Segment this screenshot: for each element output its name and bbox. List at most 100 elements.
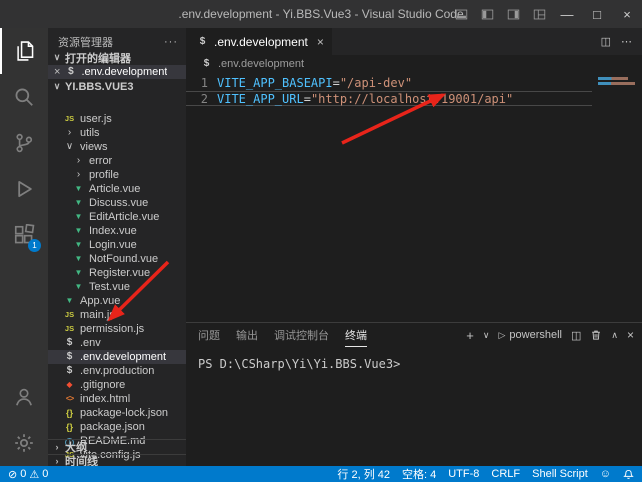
more-actions-icon[interactable]: ⋯ — [621, 35, 632, 48]
accounts-icon[interactable] — [0, 374, 48, 420]
split-terminal-icon[interactable]: ◫ — [571, 329, 581, 342]
operator-token: = — [304, 92, 311, 105]
code-line-1[interactable]: 1 VITE_APP_BASEAPI = "/api-dev" — [186, 76, 592, 91]
open-editor-item[interactable]: × $ .env.development — [48, 65, 186, 79]
vue-icon: ▼ — [72, 282, 85, 292]
tree-item-label: profile — [89, 169, 119, 181]
project-section-header[interactable]: ∨ YI.BBS.VUE3 — [48, 79, 186, 94]
tree-item[interactable]: › profile — [48, 168, 186, 182]
shell-icon: $ — [63, 338, 76, 348]
tree-item-label: Login.vue — [89, 239, 137, 251]
tree-item[interactable]: ▼ EditArticle.vue — [48, 210, 186, 224]
tree-item[interactable]: ▼ Test.vue — [48, 280, 186, 294]
close-panel-icon[interactable]: × — [627, 328, 634, 342]
editor-tab-bar: $ .env.development × ◫ ⋯ — [186, 28, 642, 55]
minimize-button[interactable]: — — [552, 0, 582, 28]
maximize-panel-icon[interactable]: ∧ — [611, 330, 618, 341]
source-control-icon[interactable] — [0, 120, 48, 166]
breadcrumb-filename: .env.development — [218, 58, 304, 70]
shell-picker[interactable]: ▷ powershell — [498, 329, 562, 341]
tree-item[interactable]: › error — [48, 154, 186, 168]
feedback-smiley-icon[interactable]: ☺ — [600, 468, 611, 480]
panel-tab[interactable]: 调试控制台 — [274, 323, 329, 347]
toggle-secondary-sidebar-icon[interactable] — [500, 0, 526, 28]
encoding[interactable]: UTF-8 — [448, 468, 479, 480]
maximize-button[interactable]: □ — [582, 0, 612, 28]
tree-item[interactable]: <> index.html — [48, 392, 186, 406]
tree-item-label: package.json — [80, 421, 145, 433]
tree-item[interactable]: JS main.js — [48, 308, 186, 322]
tree-item[interactable]: $ .env — [48, 336, 186, 350]
toggle-sidebar-icon[interactable] — [474, 0, 500, 28]
tree-item[interactable]: ▼ App.vue — [48, 294, 186, 308]
close-icon[interactable]: × — [54, 66, 60, 78]
panel-tab[interactable]: 输出 — [236, 323, 258, 347]
run-debug-icon[interactable] — [0, 166, 48, 212]
shell-icon: $ — [63, 366, 76, 376]
tab-label: .env.development — [214, 35, 308, 49]
shell-file-icon: $ — [200, 59, 213, 69]
vue-icon: ▼ — [72, 212, 85, 222]
panel-tab[interactable]: 问题 — [198, 323, 220, 347]
tree-item-label: Discuss.vue — [89, 197, 148, 209]
tree-item[interactable]: {} package.json — [48, 420, 186, 434]
code-editor[interactable]: 1 VITE_APP_BASEAPI = "/api-dev" 2 VITE_A… — [186, 72, 642, 322]
tree-item[interactable]: ▼ Register.vue — [48, 266, 186, 280]
bottom-panel: 问题 输出 调试控制台 终端 + ∨ ▷ powershell ◫ — [186, 322, 642, 466]
timeline-section-header[interactable]: › 时间线 — [48, 454, 186, 466]
tree-item[interactable]: JS user.js — [48, 112, 186, 126]
terminal[interactable]: PS D:\CSharp\Yi\Yi.BBS.Vue3> — [186, 347, 642, 466]
kill-terminal-icon[interactable] — [590, 329, 602, 341]
vue-icon: ▼ — [72, 184, 85, 194]
tab-close-icon[interactable]: × — [313, 35, 324, 49]
terminal-prompt: PS D:\CSharp\Yi\Yi.BBS.Vue3> — [198, 357, 400, 371]
tree-item[interactable]: ▼ Index.vue — [48, 224, 186, 238]
cursor-position[interactable]: 行 2, 列 42 — [337, 466, 390, 482]
tree-item[interactable]: $ .env.production — [48, 364, 186, 378]
tree-item[interactable]: JS permission.js — [48, 322, 186, 336]
open-editors-section-header[interactable]: ∨ 打开的编辑器 — [48, 50, 186, 65]
tree-item-label: index.html — [80, 393, 130, 405]
folder-closed-icon: › — [63, 128, 76, 138]
title-bar: .env.development - Yi.BBS.Vue3 - Visual … — [0, 0, 642, 28]
new-terminal-icon[interactable]: + — [466, 328, 474, 343]
tree-item[interactable]: ∨ views — [48, 140, 186, 154]
tree-item-label: EditArticle.vue — [89, 211, 159, 223]
activity-bar: 1 — [0, 28, 48, 466]
close-button[interactable]: × — [612, 0, 642, 28]
tree-item[interactable]: ▼ Discuss.vue — [48, 196, 186, 210]
eol-sequence[interactable]: CRLF — [491, 468, 520, 480]
minimap[interactable] — [598, 77, 636, 87]
tab-env-development[interactable]: $ .env.development × — [186, 28, 332, 55]
vue-icon: ▼ — [72, 226, 85, 236]
customize-layout-icon[interactable] — [526, 0, 552, 28]
settings-gear-icon[interactable] — [0, 420, 48, 466]
indentation[interactable]: 空格: 4 — [402, 466, 436, 482]
language-mode[interactable]: Shell Script — [532, 468, 588, 480]
tree-item[interactable]: {} package-lock.json — [48, 406, 186, 420]
tree-item[interactable]: ▼ NotFound.vue — [48, 252, 186, 266]
error-icon: ⊘ — [8, 468, 17, 481]
extensions-icon[interactable]: 1 — [0, 212, 48, 258]
panel-tab[interactable]: 终端 — [345, 323, 367, 347]
tree-item-label: views — [80, 141, 108, 153]
tree-item[interactable]: ◆ .gitignore — [48, 378, 186, 392]
chevron-down-icon: ∨ — [52, 81, 62, 92]
terminal-profile-chevron-icon[interactable]: ∨ — [483, 330, 490, 341]
notifications-bell-icon[interactable] — [623, 469, 634, 480]
tree-item[interactable]: $ .env.development — [48, 350, 186, 364]
problems-status[interactable]: ⊘ 0 ⚠ 0 — [8, 468, 48, 481]
toggle-panel-icon[interactable] — [448, 0, 474, 28]
tree-item[interactable]: › utils — [48, 126, 186, 140]
breadcrumb[interactable]: $ .env.development — [186, 55, 642, 72]
tree-item[interactable]: ▼ Article.vue — [48, 182, 186, 196]
search-icon[interactable] — [0, 74, 48, 120]
code-line-2[interactable]: 2 VITE_APP_URL = "http://localhost:19001… — [186, 91, 592, 106]
tree-item[interactable]: ▼ Login.vue — [48, 238, 186, 252]
split-editor-icon[interactable]: ◫ — [601, 35, 611, 48]
explorer-icon[interactable] — [0, 28, 48, 74]
play-icon: ▷ — [498, 330, 505, 341]
shell-icon: $ — [63, 352, 76, 362]
tree-item-label: .env.production — [80, 365, 154, 377]
sidebar-more-actions-icon[interactable]: ··· — [164, 36, 178, 48]
